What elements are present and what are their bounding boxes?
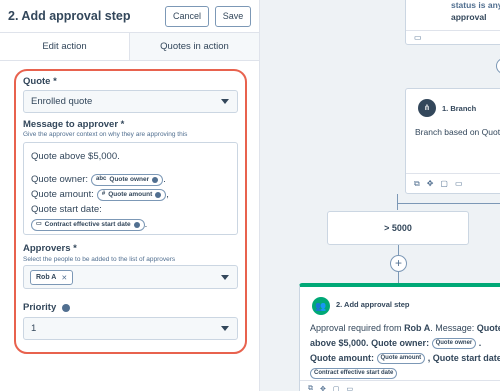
message-line-amount: Quote amount: # Quote amount , xyxy=(31,187,230,202)
message-line-owner: Quote owner: abc Quote owner . xyxy=(31,172,230,187)
approvers-help-text: Select the people to be added to the lis… xyxy=(23,256,176,263)
branch-card-title: 1. Branch xyxy=(442,104,477,113)
clone-icon[interactable]: ▢ xyxy=(333,385,340,391)
approval-amount-token: Quote amount xyxy=(376,353,426,365)
branch-card-body: Branch based on Quote xyxy=(415,127,500,137)
branch-connector xyxy=(397,194,398,210)
info-icon xyxy=(155,191,162,198)
amount-prefix: Quote amount: xyxy=(31,189,94,200)
caret-down-icon xyxy=(221,326,229,331)
priority-label: Priority xyxy=(23,302,57,313)
message-line-start: Quote start date: xyxy=(31,204,102,215)
trash-icon[interactable]: ▭ xyxy=(347,385,354,391)
info-icon[interactable] xyxy=(62,303,71,312)
add-step-button[interactable]: + xyxy=(390,255,407,272)
quote-label: Quote * xyxy=(23,76,57,87)
start-date-token[interactable]: ▭ Contract effective start date xyxy=(31,218,145,231)
quote-owner-token[interactable]: abc Quote owner xyxy=(91,173,164,186)
branch-condition-card[interactable]: > 5000 xyxy=(327,211,469,245)
tab-quotes-in-action[interactable]: Quotes in action xyxy=(130,33,259,60)
panel-title: 2. Add approval step xyxy=(8,9,131,23)
priority-label-row: Priority xyxy=(23,302,71,313)
cancel-button[interactable]: Cancel xyxy=(165,5,209,27)
trash-icon[interactable]: ▭ xyxy=(414,33,422,42)
clone-icon[interactable]: ▢ xyxy=(440,179,448,188)
tab-bar: Edit action Quotes in action xyxy=(0,33,259,61)
branch-icon: ⋔ xyxy=(418,99,436,117)
branch-card-toolbar: ⧉ ✥ ▢ ▭ xyxy=(406,173,500,193)
workflow-card-trigger[interactable]: status is any of approval ▭ xyxy=(405,0,500,45)
trigger-text-line1: status is any of xyxy=(451,0,500,10)
approval-start-token: Contract effective start date xyxy=(310,368,398,380)
approval-card-title: 2. Add approval step xyxy=(336,300,410,309)
info-icon xyxy=(152,176,159,183)
approval-people-icon: 👥 xyxy=(312,297,330,315)
save-button[interactable]: Save xyxy=(215,5,251,27)
message-help-text: Give the approver context on why they ar… xyxy=(23,131,188,138)
tab-edit-action[interactable]: Edit action xyxy=(0,33,130,60)
approvers-select[interactable]: Rob A ✕ xyxy=(23,265,238,289)
add-step-button[interactable] xyxy=(496,58,500,74)
approval-prefix: Approval required from xyxy=(310,323,402,333)
approver-chip[interactable]: Rob A ✕ xyxy=(30,270,74,285)
start-date-token-label: Contract effective start date xyxy=(44,221,131,228)
approval-owner-token-label: Quote owner xyxy=(435,340,473,347)
workflow-card-branch[interactable]: ⋔ 1. Branch Branch based on Quote ⧉ ✥ ▢ … xyxy=(405,88,500,194)
remove-chip-icon[interactable]: ✕ xyxy=(61,274,67,282)
trash-icon[interactable]: ▭ xyxy=(455,179,463,188)
approval-start-label: , Quote start date: xyxy=(427,353,500,363)
quote-owner-token-label: Quote owner xyxy=(109,176,150,183)
owner-prefix: Quote owner: xyxy=(31,174,89,185)
approver-chip-label: Rob A xyxy=(36,274,57,281)
branch-connector-horizontal xyxy=(397,203,500,204)
owner-period: . xyxy=(163,174,166,185)
condition-label: > 5000 xyxy=(384,223,412,233)
quote-amount-token-label: Quote amount xyxy=(108,191,153,198)
priority-select-value: 1 xyxy=(31,323,37,334)
workflow-card-approval[interactable]: 👥 2. Add approval step Approval required… xyxy=(299,283,500,391)
message-line-1: Quote above $5,000. xyxy=(31,151,120,162)
trigger-card-toolbar: ▭ xyxy=(406,30,500,44)
caret-down-icon xyxy=(221,275,229,280)
number-field-icon: # xyxy=(101,191,106,197)
caret-down-icon xyxy=(221,99,229,104)
approval-message-label: Message: xyxy=(435,323,475,333)
approval-approver: Rob A xyxy=(404,323,431,333)
approval-owner-label: Quote owner: xyxy=(371,338,430,348)
text-field-icon: abc xyxy=(96,176,107,182)
message-label: Message to approver * xyxy=(23,119,125,130)
calendar-icon: ▭ xyxy=(36,221,42,227)
start-period: . xyxy=(144,219,148,230)
quote-select[interactable]: Enrolled quote xyxy=(23,90,238,113)
approval-card-body: Approval required from Rob A. Message: Q… xyxy=(310,321,500,381)
message-textarea[interactable]: Quote above $5,000. Quote owner: abc Quo… xyxy=(23,142,238,235)
approvers-label: Approvers * xyxy=(23,243,77,254)
copy-icon[interactable]: ⧉ xyxy=(308,385,313,391)
approval-card-toolbar: ⧉ ✥ ▢ ▭ xyxy=(300,380,500,391)
amount-comma: , xyxy=(166,189,169,200)
approval-start-token-label: Contract effective start date xyxy=(314,370,394,377)
quote-amount-token[interactable]: # Quote amount xyxy=(96,188,167,201)
message-line-start-token: ▭ Contract effective start date . xyxy=(31,217,230,232)
approval-amount-token-label: Quote amount xyxy=(380,355,422,362)
edit-action-panel: 2. Add approval step Cancel Save Edit ac… xyxy=(0,0,260,391)
quote-select-value: Enrolled quote xyxy=(31,96,93,107)
priority-select[interactable]: 1 xyxy=(23,317,238,340)
panel-header: 2. Add approval step Cancel Save xyxy=(0,0,259,33)
copy-icon[interactable]: ⧉ xyxy=(414,179,420,189)
move-icon[interactable]: ✥ xyxy=(427,179,434,188)
approval-owner-token: Quote owner xyxy=(431,338,477,350)
info-icon xyxy=(133,221,140,228)
trigger-text-line2: approval xyxy=(451,12,487,22)
move-icon[interactable]: ✥ xyxy=(320,385,326,391)
